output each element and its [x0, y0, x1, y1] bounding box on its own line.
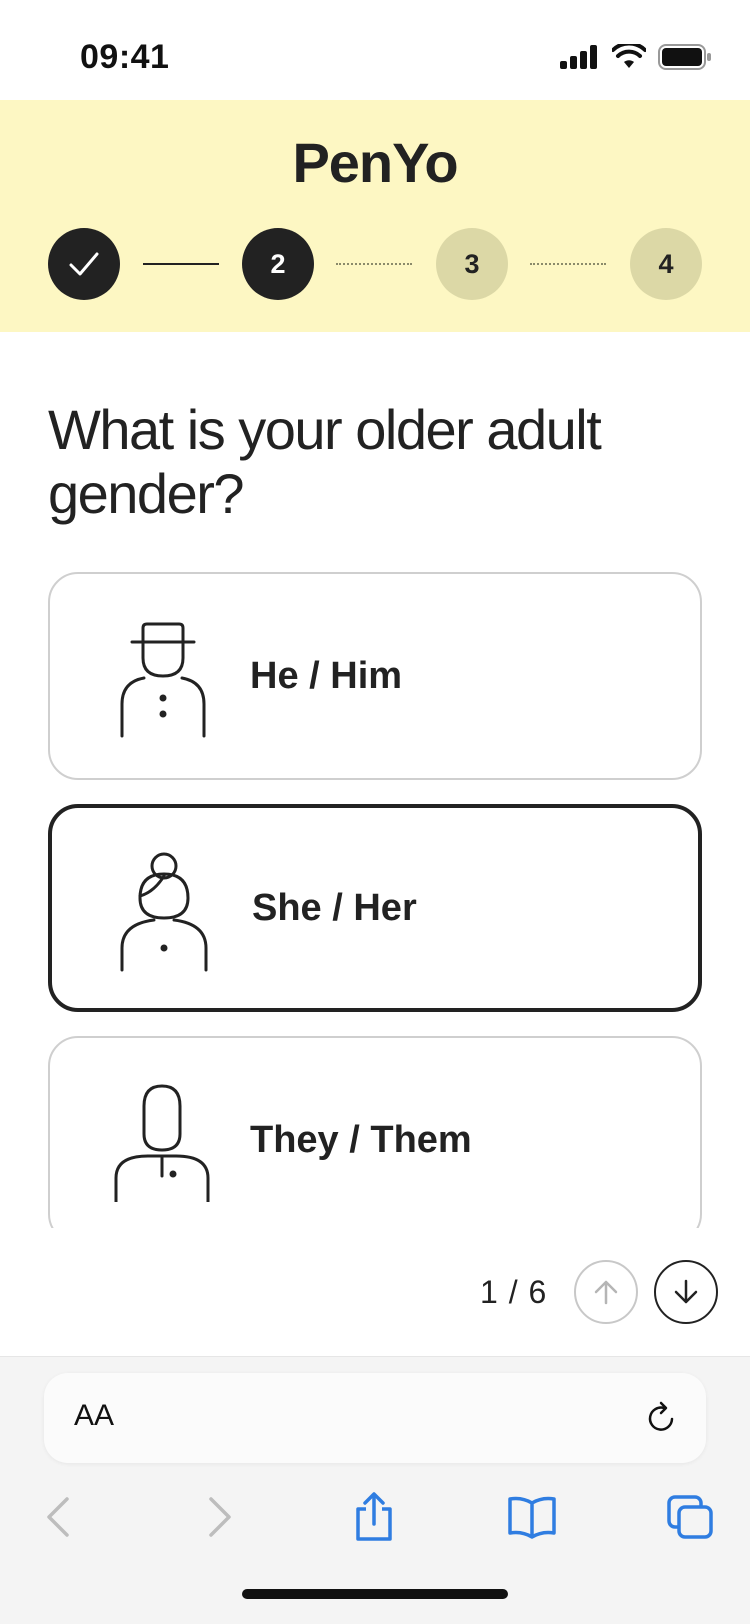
chevron-right-icon [209, 1497, 231, 1537]
chevron-left-icon [47, 1497, 69, 1537]
reload-icon[interactable] [642, 1399, 680, 1437]
option-label: She / Her [252, 886, 417, 929]
question-counter: 1 / 6 [480, 1274, 548, 1310]
status-bar: 09:41 [0, 0, 750, 100]
option-label: They / Them [250, 1118, 472, 1161]
status-icons [560, 44, 712, 70]
back-button[interactable] [28, 1487, 88, 1547]
step-1 [48, 228, 120, 300]
step-connector-2 [336, 263, 412, 265]
cellular-signal-icon [560, 45, 597, 69]
wifi-icon [612, 44, 646, 68]
tabs-button[interactable] [660, 1487, 720, 1547]
woman-with-bun-icon [120, 852, 208, 972]
check-icon [69, 252, 99, 276]
previous-question-button[interactable] [574, 1260, 638, 1324]
forward-button[interactable] [190, 1487, 250, 1547]
person-neutral-icon [114, 1084, 210, 1202]
progress-stepper: 2 3 4 [48, 228, 702, 300]
battery-icon [658, 44, 711, 70]
share-icon [356, 1492, 392, 1541]
header: PenYo 2 3 4 [0, 100, 750, 332]
status-time: 09:41 [80, 38, 170, 76]
address-bar[interactable]: AA [44, 1373, 706, 1463]
step-connector-3 [530, 263, 606, 265]
option-he-him[interactable]: He / Him [48, 572, 702, 780]
step-4: 4 [630, 228, 702, 300]
arrow-down-icon [674, 1279, 698, 1304]
bookmarks-button[interactable] [502, 1487, 562, 1547]
tabs-icon [667, 1495, 713, 1539]
option-label: He / Him [250, 654, 403, 697]
home-indicator [242, 1589, 508, 1599]
text-size-button[interactable]: AA [74, 1399, 114, 1433]
share-button[interactable] [344, 1487, 404, 1547]
option-she-her[interactable]: She / Her [48, 804, 702, 1012]
arrow-up-icon [594, 1280, 618, 1305]
next-question-button[interactable] [654, 1260, 718, 1324]
brand-logo: PenYo [292, 131, 458, 194]
step-3: 3 [436, 228, 508, 300]
browser-toolbar [0, 1487, 750, 1547]
book-icon [508, 1496, 556, 1539]
step-connector-1 [143, 263, 219, 265]
options-list[interactable]: He / Him She / Her They / Them [0, 560, 750, 1228]
option-they-them[interactable]: They / Them [48, 1036, 702, 1228]
question-title: What is your older adult gender? [48, 398, 602, 525]
browser-chrome: AA [0, 1356, 750, 1624]
step-2: 2 [242, 228, 314, 300]
man-with-hat-icon [120, 622, 206, 738]
